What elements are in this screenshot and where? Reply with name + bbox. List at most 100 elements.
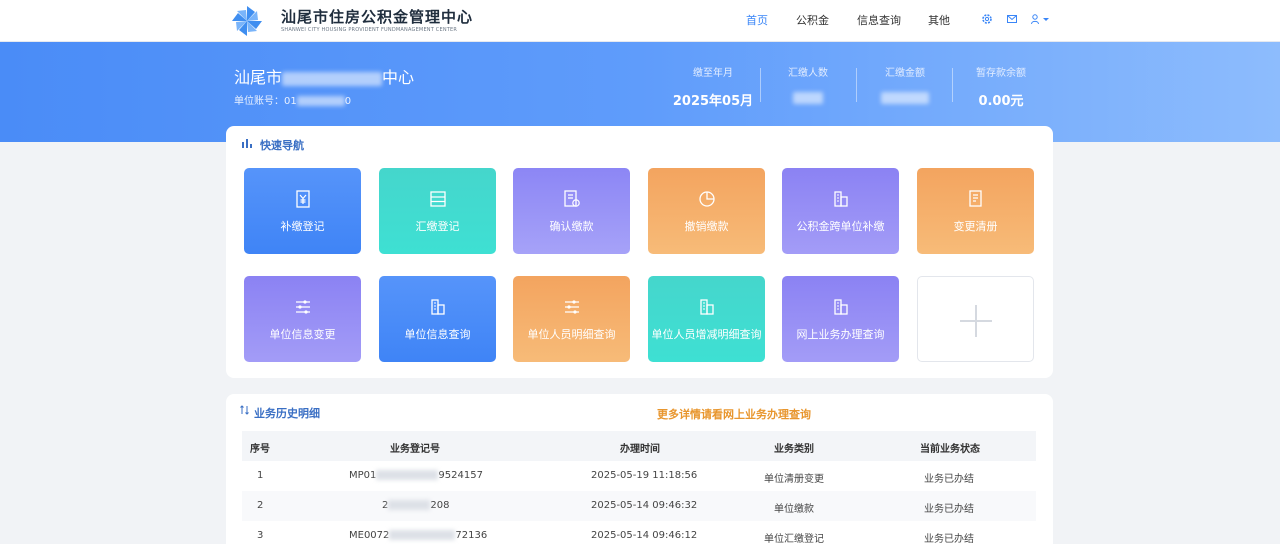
more-details-link[interactable]: 更多详情请看网上业务办理查询 [657,406,811,422]
table-row[interactable]: 1 MP01 9524157 2025-05-19 11:18:56 单位清册变更… [242,461,1036,491]
cell-status: 业务已办结 [924,474,974,485]
stat-label: 汇缴金额 [885,68,925,79]
mail-icon[interactable] [1006,13,1018,25]
tile-label: 公积金跨单位补缴 [796,220,885,233]
cell-no: 2 [257,500,264,511]
building-icon [833,299,848,315]
col-no: 序号 [250,444,270,455]
account-number: 单位账号：01 0 [234,92,351,107]
org-name-suffix: 中心 [382,68,415,87]
stat-value [776,90,840,105]
tile-remittance-registration[interactable]: 汇缴登记 [379,168,496,254]
nav-provident-fund[interactable]: 公积金 [796,12,829,28]
divider [760,68,761,102]
table-row[interactable]: 2 2 208 2025-05-14 09:46:32 单位缴款 业务已办结 [242,491,1036,521]
redacted-block [296,96,345,106]
tile-staff-change-query[interactable]: 单位人员增减明细查询 [648,276,765,362]
top-navbar: 汕尾市住房公积金管理中心 SHANWEI CITY HOUSING PROVID… [0,0,1280,42]
pinwheel-logo-icon [232,6,262,36]
tile-unit-info-query[interactable]: 单位信息查询 [379,276,496,362]
cell-status: 业务已办结 [924,504,974,515]
stat-label: 暂存款余额 [976,68,1026,79]
col-type: 业务类别 [774,444,814,455]
org-name-prefix: 汕尾市 [234,68,283,87]
nav-other[interactable]: 其他 [928,12,950,28]
cell-time: 2025-05-19 11:18:56 [591,470,698,481]
tile-change-roster[interactable]: 变更清册 [917,168,1034,254]
tile-label: 确认缴款 [549,220,594,233]
stat-headcount: 汇缴人数 [776,64,840,105]
tile-label: 单位人员明细查询 [527,328,616,341]
account-label: 单位账号： [234,96,284,107]
redacted-block [881,91,929,104]
account-prefix: 01 [284,96,297,107]
reg-prefix: ME0072 [349,530,390,541]
building-icon [833,191,848,207]
sort-arrows-icon [240,405,249,415]
user-icon[interactable] [1030,13,1054,25]
col-reg-no: 业务登记号 [390,444,440,455]
nav-home[interactable]: 首页 [746,12,768,28]
stat-amount: 汇缴金额 [870,64,940,105]
nav-info-query[interactable]: 信息查询 [857,12,901,28]
redacted-block [388,500,431,510]
cell-reg-no: MP01 9524157 [349,470,483,481]
cell-reg-no: 2 208 [382,500,449,511]
reg-prefix: MP01 [349,470,377,481]
tile-confirm-payment[interactable]: 确认缴款 [513,168,630,254]
tile-label: 单位信息变更 [269,328,336,341]
tile-label: 汇缴登记 [415,220,460,233]
tile-label: 补缴登记 [280,220,325,233]
reg-suffix: 9524157 [438,470,483,481]
divider [952,68,953,102]
stat-label: 汇缴人数 [788,68,828,79]
doc-check-icon [563,190,580,207]
cell-time: 2025-05-14 09:46:12 [591,530,698,541]
cell-no: 1 [257,470,264,481]
pie-icon [698,191,715,207]
col-status: 当前业务状态 [920,444,980,455]
tile-cross-unit-supplement[interactable]: 公积金跨单位补缴 [782,168,899,254]
tile-label: 网上业务办理查询 [796,328,885,341]
yen-receipt-icon [295,190,310,208]
doc-icon [968,190,982,207]
stat-value: 0.00元 [978,94,1024,109]
redacted-block [389,530,456,540]
cell-type: 单位清册变更 [764,474,824,485]
stat-value [870,90,940,105]
cell-no: 3 [257,530,264,541]
cell-reg-no: ME0072 72136 [349,530,487,541]
cell-type: 单位汇缴登记 [764,534,824,544]
tile-label: 单位人员增减明细查询 [651,328,762,341]
cell-type: 单位缴款 [774,504,814,515]
col-time: 办理时间 [620,444,660,455]
sliders-icon [295,300,310,314]
quick-nav-card: 快速导航 补缴登记 汇缴登记 确认缴款 撤销缴款 公积金跨单位补缴 变更清册 单… [226,126,1053,378]
stat-paid-until: 缴至年月 2025年05月 [672,64,754,109]
reg-suffix: 208 [430,500,450,511]
add-shortcut-button[interactable] [917,276,1034,362]
building-icon [699,299,714,315]
redacted-block [793,91,823,104]
table-row[interactable]: 3 ME0072 72136 2025-05-14 09:46:12 单位汇缴登记… [242,521,1036,544]
stat-value: 2025年05月 [672,94,754,109]
brand-subtitle: SHANWEI CITY HOUSING PROVIDENT FUNDMANAG… [281,27,458,33]
table-header: 序号 业务登记号 办理时间 业务类别 当前业务状态 [242,431,1036,461]
tile-staff-detail-query[interactable]: 单位人员明细查询 [513,276,630,362]
building-icon [430,299,445,315]
gear-icon[interactable] [981,13,993,25]
tile-label: 单位信息查询 [404,328,471,341]
cell-time: 2025-05-14 09:46:32 [591,500,698,511]
tile-label: 变更清册 [953,220,998,233]
history-card: 业务历史明细 更多详情请看网上业务办理查询 序号 业务登记号 办理时间 业务类别… [226,394,1053,544]
tile-cancel-payment[interactable]: 撤销缴款 [648,168,765,254]
stat-label: 缴至年月 [693,68,733,79]
redacted-block [282,71,383,86]
redacted-block [376,470,439,480]
tile-online-business-query[interactable]: 网上业务办理查询 [782,276,899,362]
sliders-icon [564,300,579,314]
history-title: 业务历史明细 [254,407,320,420]
tile-supplementary-registration[interactable]: 补缴登记 [244,168,361,254]
tile-unit-info-change[interactable]: 单位信息变更 [244,276,361,362]
quick-nav-title: 快速导航 [260,139,304,152]
